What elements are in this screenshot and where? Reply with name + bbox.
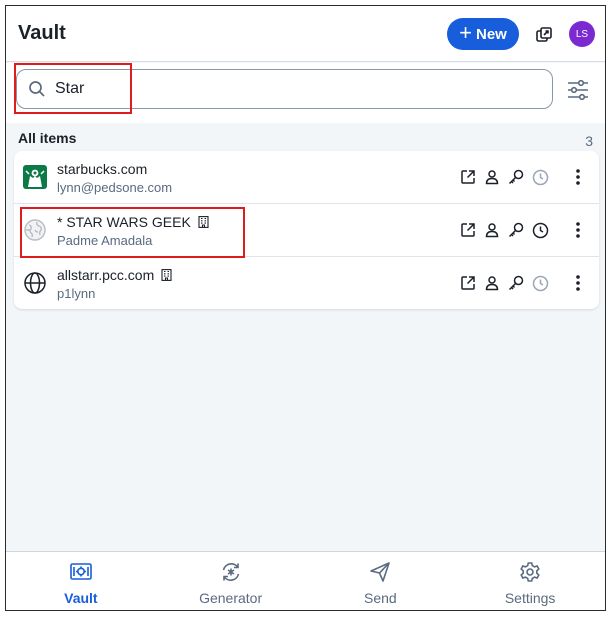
nav-settings[interactable]: Settings	[455, 552, 605, 610]
clock-icon[interactable]	[528, 272, 552, 294]
item-actions	[456, 166, 552, 188]
item-name[interactable]: * STAR WARS GEEK	[57, 214, 209, 230]
item-actions	[456, 272, 552, 294]
nav-generator[interactable]: Generator	[156, 552, 306, 610]
item-username: Padme Amadala	[57, 233, 153, 248]
more-vertical-icon[interactable]	[568, 272, 588, 294]
item-actions	[456, 219, 552, 241]
section-title: All items	[18, 130, 77, 146]
bottom-navigation: Vault Generator Send Settings	[6, 551, 605, 610]
new-button-label: New	[476, 25, 507, 43]
user-icon[interactable]	[480, 166, 504, 188]
key-icon[interactable]	[504, 272, 528, 294]
item-name[interactable]: starbucks.com	[57, 161, 147, 177]
launch-icon[interactable]	[456, 219, 480, 241]
more-vertical-icon[interactable]	[568, 219, 588, 241]
send-icon	[369, 560, 391, 584]
globe-icon	[23, 271, 47, 295]
nav-generator-label: Generator	[199, 590, 263, 606]
nav-vault[interactable]: Vault	[6, 552, 156, 610]
clock-icon[interactable]	[528, 166, 552, 188]
globe-favicon	[23, 218, 47, 242]
key-icon[interactable]	[504, 166, 528, 188]
launch-icon[interactable]	[456, 272, 480, 294]
extension-window: Vault + New LS Star All items 3 starbuck…	[5, 5, 606, 611]
header: Vault + New LS	[6, 6, 605, 62]
list-item[interactable]: starbucks.com lynn@pedsone.com	[14, 151, 599, 204]
vault-icon	[70, 560, 92, 584]
item-username: p1lynn	[57, 286, 96, 301]
nav-send-label: Send	[364, 590, 397, 606]
avatar[interactable]: LS	[569, 21, 595, 47]
key-icon[interactable]	[504, 219, 528, 241]
nav-send[interactable]: Send	[306, 552, 456, 610]
gear-icon	[519, 560, 541, 584]
user-icon[interactable]	[480, 272, 504, 294]
user-icon[interactable]	[480, 219, 504, 241]
popout-icon[interactable]	[532, 23, 556, 47]
clock-icon[interactable]	[528, 219, 552, 241]
search-area	[6, 63, 605, 123]
starbucks-favicon	[23, 165, 47, 189]
new-item-button[interactable]: + New	[447, 18, 519, 50]
search-input[interactable]	[55, 80, 455, 98]
item-name[interactable]: allstarr.pcc.com	[57, 267, 172, 283]
generator-icon	[220, 560, 242, 584]
organization-icon	[198, 216, 209, 228]
filter-sliders-icon[interactable]	[566, 79, 590, 101]
more-vertical-icon[interactable]	[568, 166, 588, 188]
organization-icon	[161, 269, 172, 281]
vault-item-list: starbucks.com lynn@pedsone.com * STAR WA…	[14, 151, 599, 309]
search-icon	[27, 79, 47, 99]
launch-icon[interactable]	[456, 166, 480, 188]
nav-vault-label: Vault	[64, 590, 98, 606]
list-item[interactable]: * STAR WARS GEEK Padme Amadala	[14, 203, 599, 256]
item-username: lynn@pedsone.com	[57, 180, 173, 195]
item-count: 3	[585, 133, 593, 149]
search-field[interactable]	[16, 69, 553, 109]
page-title: Vault	[18, 22, 66, 44]
nav-settings-label: Settings	[504, 590, 556, 606]
list-item[interactable]: allstarr.pcc.com p1lynn	[14, 256, 599, 309]
plus-icon: +	[459, 20, 472, 45]
